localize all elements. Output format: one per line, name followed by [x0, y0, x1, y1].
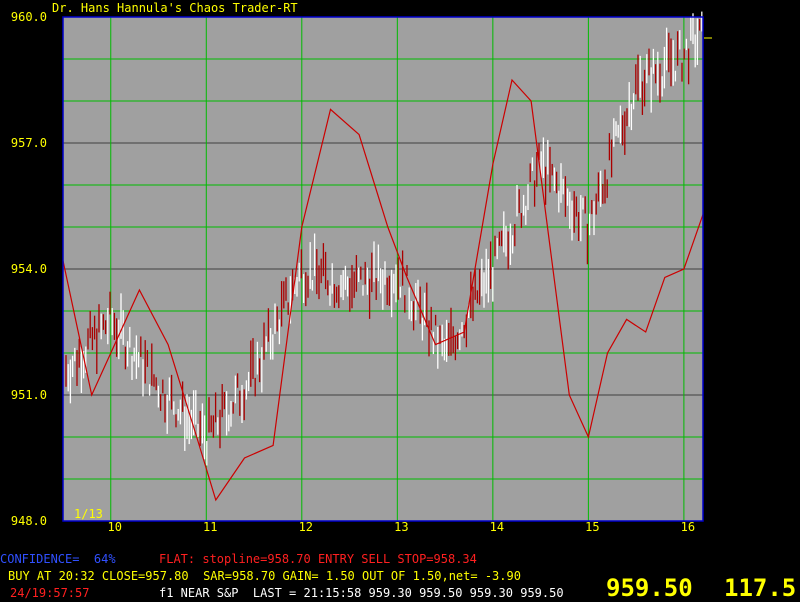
y-tick-label: 957.0 [11, 136, 47, 150]
chart: 960.0 957.0 954.0 951.0 948.0 10 11 12 13 14 15 16… [0, 0, 800, 600]
value-display: 117.5 [724, 574, 797, 602]
x-tick-label: 10 [108, 520, 122, 534]
x-tick-label: 13 [394, 520, 408, 534]
y-tick-label: 954.0 [11, 262, 47, 276]
chart-title: Dr. Hans Hannula's Chaos Trader-RT [52, 1, 298, 15]
x-tick-label: 14 [490, 520, 504, 534]
confidence-text: CONFIDENCE= 64% [0, 552, 116, 566]
last-price-display: 959.50 [606, 574, 693, 602]
x-tick-label: 12 [299, 520, 313, 534]
clock-text: 24/19:57:57 [10, 586, 90, 600]
y-tick-label: 960.0 [11, 10, 47, 24]
y-tick-label: 951.0 [11, 388, 47, 402]
flat-status-text: FLAT: stopline=958.70 ENTRY SELL STOP=95… [159, 552, 477, 566]
x-tick-label: 16 [681, 520, 695, 534]
buy-status-text: BUY AT 20:32 CLOSE=957.80 SAR=958.70 GAI… [8, 569, 521, 583]
y-tick-label: 948.0 [11, 514, 47, 528]
x-tick-label: 11 [203, 520, 217, 534]
x-tick-label: 15 [585, 520, 599, 534]
near-last-text: f1 NEAR S&P LAST = 21:15:58 959.30 959.5… [159, 586, 564, 600]
date-label: 1/13 [74, 507, 103, 521]
